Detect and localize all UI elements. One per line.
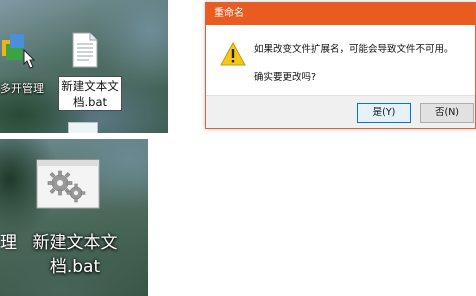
rename-dialog: 重命名 如果改变文件扩展名，可能会导致文件不可用。 确实要更改吗? 是(Y) 否…: [205, 2, 476, 129]
warning-icon: [220, 41, 246, 66]
dialog-title: 重命名: [214, 8, 244, 19]
desktop-rename-panel: 多开管理 新建文本文 档.bat: [0, 0, 168, 133]
yes-button[interactable]: 是(Y): [357, 103, 411, 123]
desktop-result-panel: 理 新建文本文 档.bat: [0, 139, 148, 296]
multi-open-manager-icon[interactable]: [0, 30, 40, 70]
partial-desktop-icon: [68, 122, 98, 133]
dialog-message: 如果改变文件扩展名，可能会导致文件不可用。: [254, 44, 454, 55]
desktop-icon-label-fragment: 理: [0, 233, 17, 253]
screenshot-composite: 多开管理 新建文本文 档.bat 重命名 如果改变文件扩展名，可能会导致文件不可…: [0, 0, 476, 296]
rename-input[interactable]: 新建文本文 档.bat: [58, 76, 122, 111]
file-label-line1: 新建文本文: [32, 233, 118, 253]
no-button[interactable]: 否(N): [420, 103, 474, 123]
file-label-line2: 档.bat: [49, 257, 101, 277]
text-file-icon[interactable]: [72, 32, 98, 68]
dialog-title-bar[interactable]: 重命名: [206, 3, 475, 25]
dialog-footer: 是(Y) 否(N): [206, 95, 475, 128]
batch-file-gears-icon[interactable]: [36, 159, 100, 209]
rename-input-line1: 新建文本文: [61, 79, 119, 93]
rename-input-line2: 档.bat: [72, 95, 107, 109]
dialog-question: 确实要更改吗?: [254, 72, 317, 83]
dialog-body: 如果改变文件扩展名，可能会导致文件不可用。 确实要更改吗?: [206, 25, 475, 95]
desktop-file-label: 新建文本文 档.bat: [16, 231, 134, 279]
desktop-icon-label: 多开管理: [0, 82, 44, 95]
